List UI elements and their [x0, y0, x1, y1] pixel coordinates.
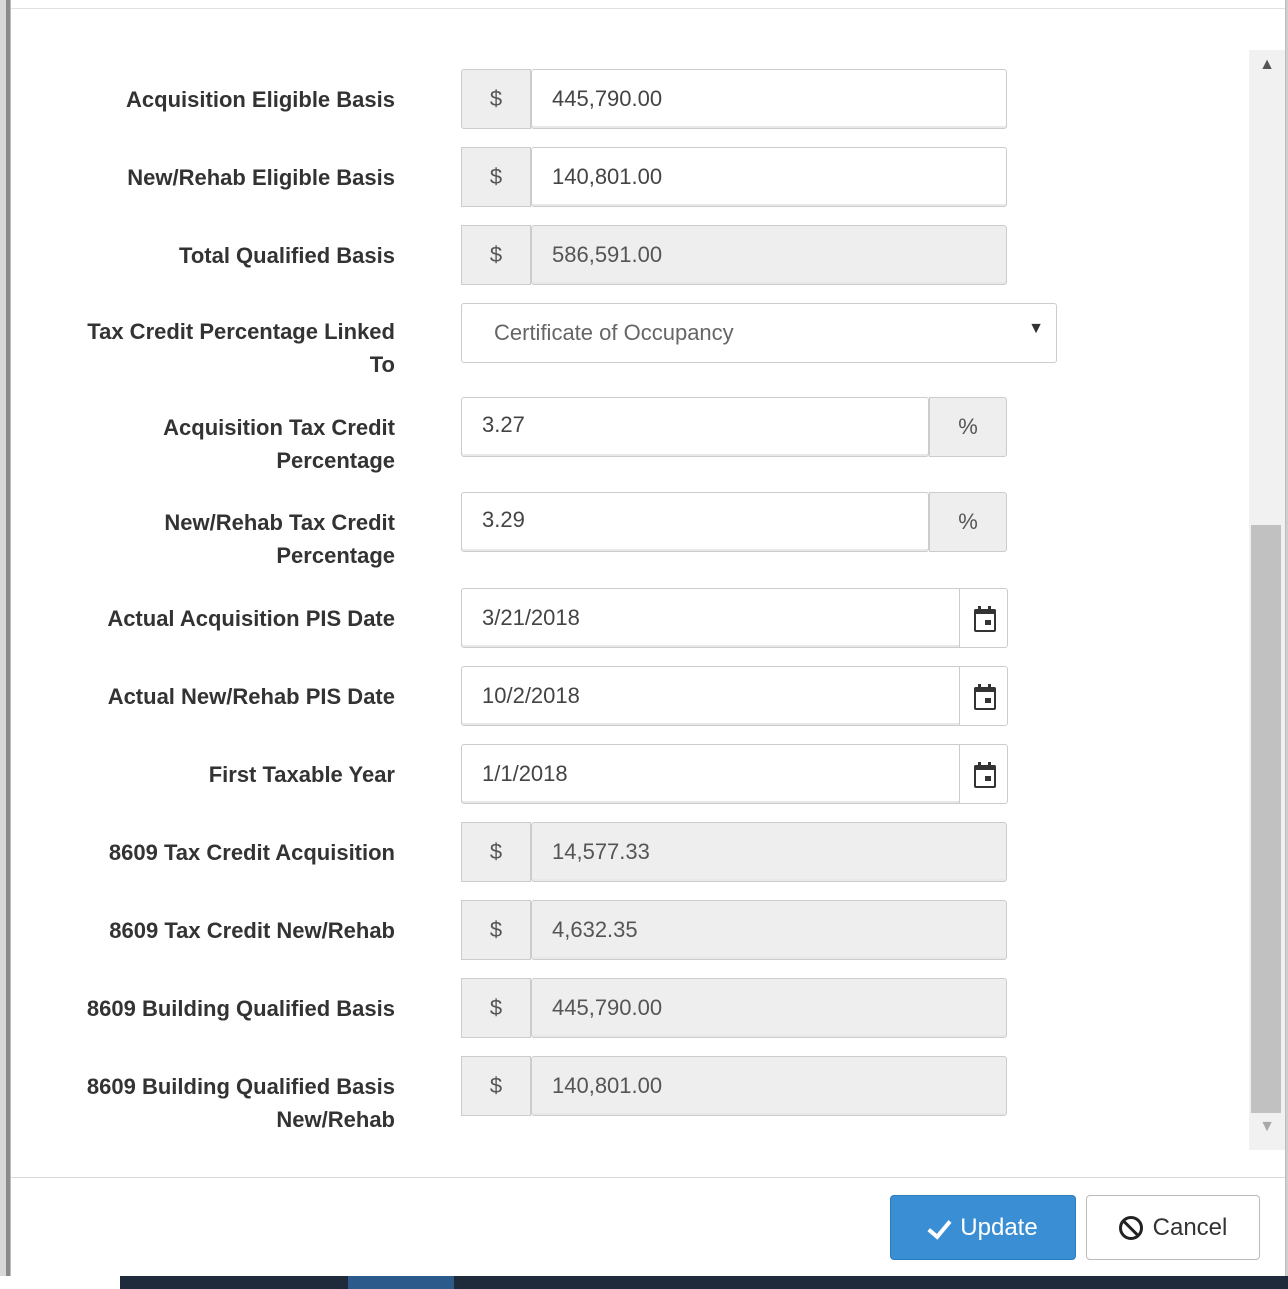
row-new-rehab-tax-credit-pct: New/Rehab Tax Credit Percentage 3.29 % — [11, 492, 1251, 572]
label-total-qualified-basis: Total Qualified Basis — [179, 243, 395, 268]
modal-header-divider — [11, 8, 1285, 9]
row-actual-new-rehab-pis-date: Actual New/Rehab PIS Date 10/2/2018 — [11, 666, 1251, 726]
8609-building-qualified-basis-new-rehab-field: 140,801.00 — [531, 1056, 1007, 1116]
row-8609-tax-credit-new-rehab: 8609 Tax Credit New/Rehab $ 4,632.35 — [11, 900, 1251, 960]
8609-building-qualified-basis-field: 445,790.00 — [531, 978, 1007, 1038]
selected-option: Certificate of Occupancy — [494, 320, 734, 345]
row-new-rehab-eligible-basis: New/Rehab Eligible Basis $ 140,801.00 — [11, 147, 1251, 207]
row-acquisition-tax-credit-pct: Acquisition Tax Credit Percentage 3.27 % — [11, 397, 1251, 477]
label-first-taxable-year: First Taxable Year — [208, 762, 395, 787]
calendar-icon — [973, 606, 996, 632]
date-picker-button[interactable] — [959, 666, 1008, 726]
row-tax-credit-linked-to: Tax Credit Percentage Linked To Certific… — [11, 303, 1251, 383]
date-picker-button[interactable] — [959, 588, 1008, 648]
background-footer-bar — [120, 1276, 1288, 1289]
scroll-up-arrow-icon[interactable]: ▲ — [1249, 56, 1285, 78]
actual-new-rehab-pis-date-input[interactable]: 10/2/2018 — [461, 666, 961, 726]
label-line: Acquisition Tax Credit — [163, 415, 395, 440]
label-tax-credit-linked-to: Tax Credit Percentage Linked To — [41, 315, 395, 381]
update-button[interactable]: Update — [890, 1195, 1076, 1260]
caret-down-icon: ▼ — [1028, 320, 1044, 337]
currency-addon: $ — [461, 978, 531, 1038]
label-acquisition-eligible-basis: Acquisition Eligible Basis — [126, 87, 395, 112]
percent-addon: % — [929, 492, 1007, 552]
background-footer-tab — [348, 1276, 454, 1289]
modal-footer-divider — [11, 1177, 1285, 1178]
8609-tax-credit-new-rehab-field: 4,632.35 — [531, 900, 1007, 960]
edit-building-modal: Acquisition Eligible Basis $ 445,790.00 … — [10, 0, 1286, 1276]
8609-tax-credit-acquisition-field: 14,577.33 — [531, 822, 1007, 882]
label-line: New/Rehab Tax Credit — [164, 510, 395, 535]
new-rehab-tax-credit-pct-input[interactable]: 3.29 — [461, 492, 929, 552]
label-line: Tax Credit Percentage Linked — [87, 319, 395, 344]
acquisition-eligible-basis-input[interactable]: 445,790.00 — [531, 69, 1007, 129]
acquisition-tax-credit-pct-input[interactable]: 3.27 — [461, 397, 929, 457]
label-new-rehab-tax-credit-pct: New/Rehab Tax Credit Percentage — [41, 506, 395, 572]
check-icon — [928, 1218, 952, 1238]
calendar-icon — [973, 684, 996, 710]
row-8609-building-qualified-basis-new-rehab: 8609 Building Qualified Basis New/Rehab … — [11, 1056, 1251, 1136]
row-total-qualified-basis: Total Qualified Basis $ 586,591.00 — [11, 225, 1251, 285]
scrollbar-thumb[interactable] — [1251, 525, 1281, 1113]
tax-credit-linked-to-select[interactable]: Certificate of Occupancy ▼ — [461, 303, 1057, 363]
label-line: To — [369, 352, 395, 377]
label-new-rehab-eligible-basis: New/Rehab Eligible Basis — [127, 165, 395, 190]
row-acquisition-eligible-basis: Acquisition Eligible Basis $ 445,790.00 — [11, 69, 1251, 129]
currency-addon: $ — [461, 822, 531, 882]
label-8609-building-qualified-basis: 8609 Building Qualified Basis — [86, 996, 395, 1021]
first-taxable-year-input[interactable]: 1/1/2018 — [461, 744, 961, 804]
calendar-icon — [973, 762, 996, 788]
currency-addon: $ — [461, 225, 531, 285]
label-line: Percentage — [276, 448, 395, 473]
currency-addon: $ — [461, 147, 531, 207]
currency-addon: $ — [461, 900, 531, 960]
percent-addon: % — [929, 397, 1007, 457]
label-8609-tax-credit-acquisition: 8609 Tax Credit Acquisition — [108, 840, 395, 865]
new-rehab-eligible-basis-input[interactable]: 140,801.00 — [531, 147, 1007, 207]
total-qualified-basis-field: 586,591.00 — [531, 225, 1007, 285]
date-picker-button[interactable] — [959, 744, 1008, 804]
label-line: New/Rehab — [276, 1107, 395, 1132]
label-line: 8609 Building Qualified Basis — [86, 1074, 395, 1099]
cancel-button[interactable]: Cancel — [1086, 1195, 1260, 1260]
row-8609-building-qualified-basis: 8609 Building Qualified Basis $ 445,790.… — [11, 978, 1251, 1038]
cancel-button-label: Cancel — [1152, 1213, 1228, 1241]
ban-icon — [1118, 1215, 1143, 1240]
label-line: Percentage — [276, 543, 395, 568]
currency-addon: $ — [461, 69, 531, 129]
update-button-label: Update — [960, 1213, 1038, 1241]
label-8609-building-qualified-basis-new-rehab: 8609 Building Qualified Basis New/Rehab — [41, 1070, 395, 1136]
scroll-down-arrow-icon[interactable]: ▼ — [1249, 1118, 1285, 1140]
actual-acquisition-pis-date-input[interactable]: 3/21/2018 — [461, 588, 961, 648]
row-8609-tax-credit-acquisition: 8609 Tax Credit Acquisition $ 14,577.33 — [11, 822, 1251, 882]
currency-addon: $ — [461, 1056, 531, 1116]
label-actual-new-rehab-pis-date: Actual New/Rehab PIS Date — [107, 684, 395, 709]
label-actual-acquisition-pis-date: Actual Acquisition PIS Date — [107, 606, 395, 631]
row-actual-acquisition-pis-date: Actual Acquisition PIS Date 3/21/2018 — [11, 588, 1251, 648]
label-8609-tax-credit-new-rehab: 8609 Tax Credit New/Rehab — [109, 918, 395, 943]
label-acquisition-tax-credit-pct: Acquisition Tax Credit Percentage — [41, 411, 395, 477]
row-first-taxable-year: First Taxable Year 1/1/2018 — [11, 744, 1251, 804]
modal-body: Acquisition Eligible Basis $ 445,790.00 … — [11, 22, 1285, 1176]
